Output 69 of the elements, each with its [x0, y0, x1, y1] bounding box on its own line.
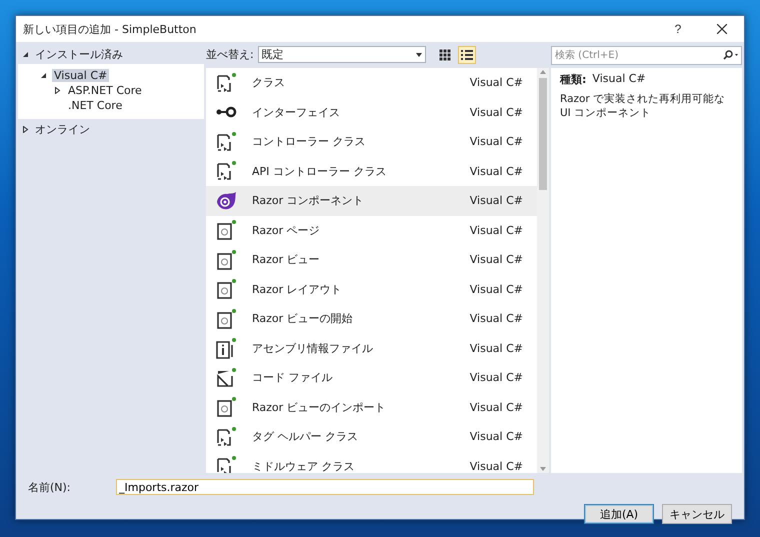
search-icon[interactable]	[723, 50, 739, 60]
template-name: Razor ビューのインポート	[252, 400, 387, 415]
scroll-thumb[interactable]	[539, 78, 547, 190]
collapse-icon[interactable]	[22, 50, 29, 58]
template-language: Visual C#	[468, 460, 523, 473]
sort-label: 並べ替え:	[206, 47, 254, 62]
template-name: アセンブリ情報ファイル	[252, 340, 374, 356]
class-file-icon	[214, 130, 238, 154]
template-name: Razor コンポーネント	[252, 193, 365, 208]
add-button[interactable]: 追加(A)	[584, 504, 654, 524]
expand-icon[interactable]	[54, 87, 61, 94]
sort-dropdown[interactable]: 既定	[258, 46, 426, 63]
template-language: Visual C#	[468, 400, 523, 414]
template-name: インターフェイス	[252, 104, 341, 120]
section-header[interactable]: オンライン	[35, 122, 90, 136]
template-name: コード ファイル	[252, 370, 334, 386]
tree-item[interactable]: .NET Core	[66, 99, 124, 112]
tree-item[interactable]: ASP.NET Core	[66, 84, 144, 97]
template-language: Visual C#	[468, 164, 523, 178]
list-icon	[460, 48, 473, 60]
name-label: 名前(N):	[28, 480, 72, 494]
template-language: Visual C#	[468, 312, 523, 326]
template-language: Visual C#	[468, 371, 523, 384]
cancel-button[interactable]: キャンセル	[662, 504, 732, 524]
template-name: Razor ビューの開始	[252, 311, 354, 326]
template-item[interactable]: Razor コンポーネント Visual C#	[206, 186, 537, 216]
razor-file-icon	[214, 395, 238, 420]
expand-icon[interactable]	[22, 126, 29, 132]
template-language: Visual C#	[468, 253, 523, 266]
template-language: Visual C#	[468, 106, 523, 119]
template-language: Visual C#	[468, 224, 523, 237]
grid-icon	[438, 48, 451, 60]
template-name: コントローラー クラス	[252, 134, 366, 150]
template-language: Visual C#	[468, 342, 523, 355]
type-value: Visual C#	[592, 72, 646, 87]
class-file-icon	[214, 454, 238, 473]
tree-item[interactable]: Visual C#	[52, 69, 110, 82]
template-name: タグ ヘルパー クラス	[252, 429, 359, 444]
help-button[interactable]: ?	[656, 16, 700, 42]
list-view-button[interactable]	[458, 46, 476, 64]
template-name: クラス	[252, 75, 286, 90]
section-header[interactable]: インストール済み	[35, 46, 123, 62]
window-title: 新しい項目の追加 - SimpleButton	[23, 22, 198, 36]
template-description: Razor で実装された再利用可能な UI コンポーネント	[560, 92, 726, 120]
template-language: Visual C#	[468, 76, 523, 90]
template-language: Visual C#	[468, 194, 523, 208]
razor-file-icon	[214, 248, 238, 272]
close-icon	[717, 24, 727, 34]
razor-file-icon	[214, 306, 238, 331]
template-name: Razor ビュー	[252, 252, 321, 268]
caret-icon	[416, 52, 422, 56]
template-language: Visual C#	[468, 135, 523, 148]
type-label: 種類:	[560, 72, 586, 87]
class-file-icon	[214, 70, 238, 95]
template-language: Visual C#	[468, 282, 523, 296]
name-field[interactable]: _Imports.razor	[116, 479, 534, 495]
template-language: Visual C#	[468, 430, 523, 444]
collapse-icon[interactable]	[40, 72, 47, 79]
razor-file-icon	[214, 277, 238, 302]
template-name: ミドルウェア クラス	[252, 458, 356, 473]
scrollbar[interactable]	[537, 68, 549, 473]
class-file-icon	[214, 424, 238, 449]
template-name: Razor ページ	[252, 222, 321, 238]
razor-file-icon	[214, 218, 238, 242]
template-name: Razor レイアウト	[252, 282, 343, 297]
template-name: API コントローラー クラス	[252, 164, 388, 179]
search-field[interactable]: 検索 (Ctrl+E)	[551, 46, 742, 65]
code-file-icon	[214, 366, 238, 390]
info-file-icon	[214, 336, 238, 360]
